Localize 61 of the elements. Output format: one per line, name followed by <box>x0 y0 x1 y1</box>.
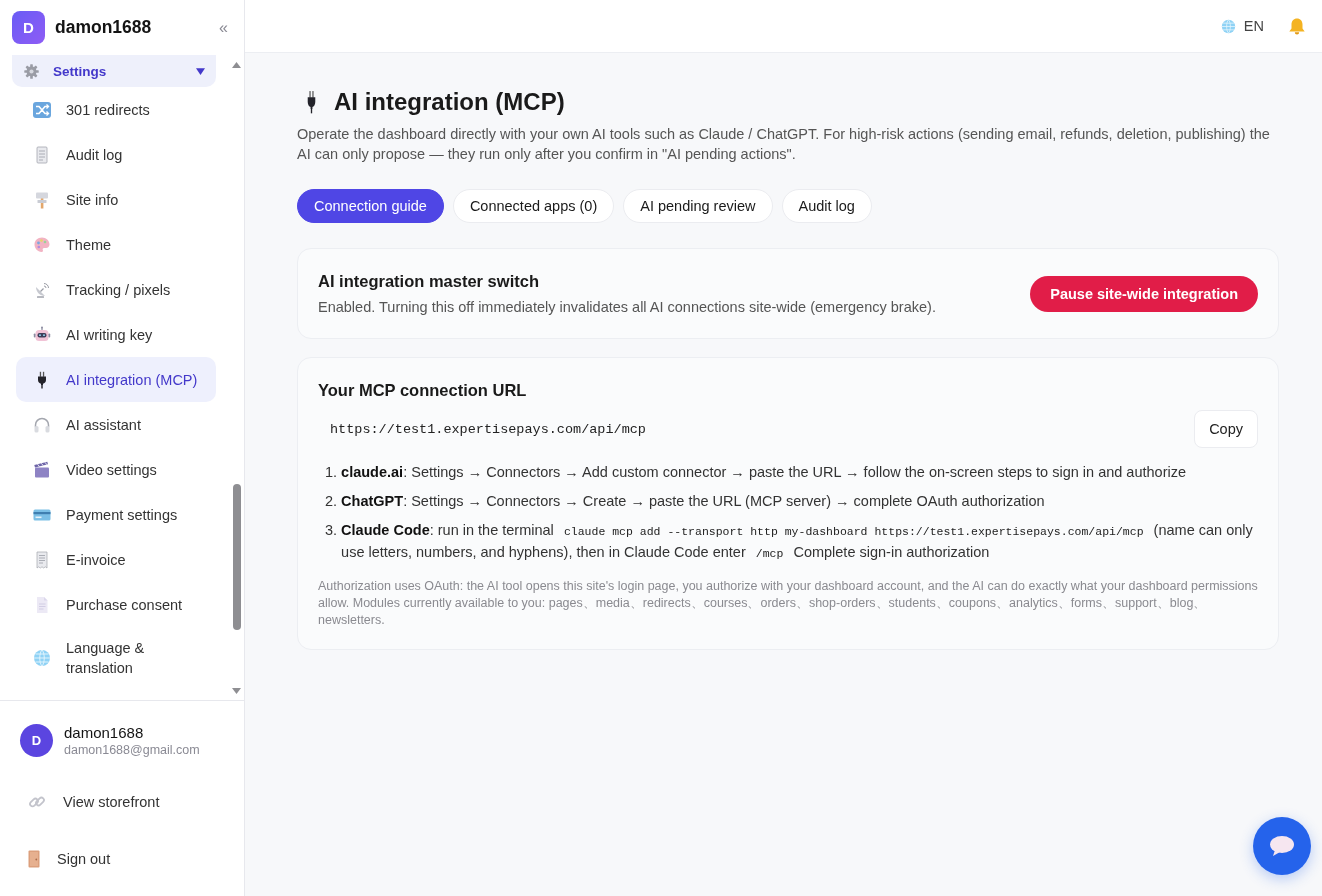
sidebar-item[interactable]: Video settings <box>16 447 216 492</box>
palette-icon <box>33 235 51 254</box>
tab[interactable]: AI pending review <box>623 189 773 223</box>
sidebar-item[interactable]: Purchase consent <box>16 582 216 627</box>
settings-group-toggle[interactable]: Settings <box>12 55 216 87</box>
authorization-note: Authorization uses OAuth: the AI tool opens this site's login page, you authorize with your dashboard account, and the AI can do exactly what your dashboard permissions allow. Modules currently available to you: pages、media、redirects、courses、orders、shop-orders、students、coupons、analytics、forms、support、blog、newsletters. <box>318 578 1258 629</box>
step-instruction: Claude Code: run in the terminal claude mcp add --transport http my-dashboard https://test1.expertisepays.com/api/mcp (name can only use letters, numbers, and hyphens), then in Claude Code enter /mcp Complete sign-in authorization <box>341 521 1254 562</box>
sidebar-item[interactable]: Audit log <box>16 132 216 177</box>
user-email: damon1688@gmail.com <box>64 742 200 758</box>
tab[interactable]: Connection guide <box>297 189 444 223</box>
clapperboard-icon <box>33 460 51 479</box>
sidebar-item[interactable]: 301 redirects <box>16 87 216 132</box>
page-title: AI integration (MCP) <box>334 87 565 117</box>
bell-icon[interactable] <box>1288 16 1306 36</box>
scrollbar-thumb[interactable] <box>232 484 241 630</box>
headphones-icon <box>33 415 51 434</box>
sidebar-link[interactable]: View storefront <box>0 780 244 824</box>
shuffle-icon <box>33 100 51 119</box>
language-button[interactable]: EN <box>1220 18 1264 34</box>
door-icon <box>28 850 40 868</box>
sidebar-item[interactable]: Payment settings <box>16 492 216 537</box>
step-number: 3. <box>325 521 338 540</box>
card-title: AI integration master switch <box>318 271 540 292</box>
brand-logo: D <box>12 11 45 44</box>
sidebar-item[interactable]: E-invoice <box>16 537 216 582</box>
step-number: 2. <box>325 492 338 511</box>
tab[interactable]: Connected apps (0) <box>452 189 615 223</box>
sidebar-item[interactable]: Language & translation <box>16 627 216 689</box>
sidebar-item[interactable]: AI writing key <box>16 312 216 357</box>
pause-integration-button[interactable]: Pause site-wide integration <box>1030 275 1258 312</box>
chat-button[interactable] <box>1253 817 1311 875</box>
globe-icon <box>1220 18 1236 34</box>
connection-url: https://test1.expertisepays.com/api/mcp <box>329 421 647 437</box>
sidebar-item[interactable]: Site info <box>16 177 216 222</box>
scroll-down-icon[interactable] <box>232 688 241 694</box>
page-description: Operate the dashboard directly with your own AI tools such as Claude / ChatGPT. For high-risk actions (sending email, refunds, deletion, publishing) the AI can only propose — they run only after you confirm in "AI pending actions". <box>297 125 1271 164</box>
step-instruction: ChatGPT: Settings → Connectors → Create → paste the URL (MCP server) → complete OAuth authorization <box>341 492 1046 511</box>
card-title: Your MCP connection URL <box>318 380 528 401</box>
user-name: damon1688 <box>64 723 145 742</box>
sidebar-item[interactable]: Theme <box>16 222 216 267</box>
robot-icon <box>33 325 51 344</box>
step-instruction: claude.ai: Settings → Connectors → Add custom connector → paste the URL → follow the on-screen steps to sign in and authorize <box>341 463 1188 482</box>
signpost-icon <box>33 190 51 209</box>
sidebar-item[interactable]: AI integration (MCP) <box>16 357 216 402</box>
brand-name: damon1688 <box>55 17 153 38</box>
user-avatar: D <box>20 724 53 757</box>
globe-icon <box>33 649 51 667</box>
sidebar-link[interactable]: Sign out <box>0 837 244 881</box>
sidebar-item[interactable]: Tracking / pixels <box>16 267 216 312</box>
receipt-icon <box>33 550 51 569</box>
gear-icon <box>24 63 39 79</box>
step-number: 1. <box>325 463 338 482</box>
card-description: Enabled. Turning this off immediately invalidates all AI connections site-wide (emergency brake). <box>318 298 936 317</box>
speech-bubble-icon <box>1269 835 1295 857</box>
document-icon <box>33 145 51 164</box>
copy-button[interactable]: Copy <box>1194 410 1258 448</box>
sidebar-item[interactable]: AI assistant <box>16 402 216 447</box>
collapse-button[interactable]: « <box>215 18 232 37</box>
tab[interactable]: Audit log <box>781 189 872 223</box>
satellite-dish-icon <box>33 280 51 299</box>
scroll-up-icon[interactable] <box>232 62 241 68</box>
